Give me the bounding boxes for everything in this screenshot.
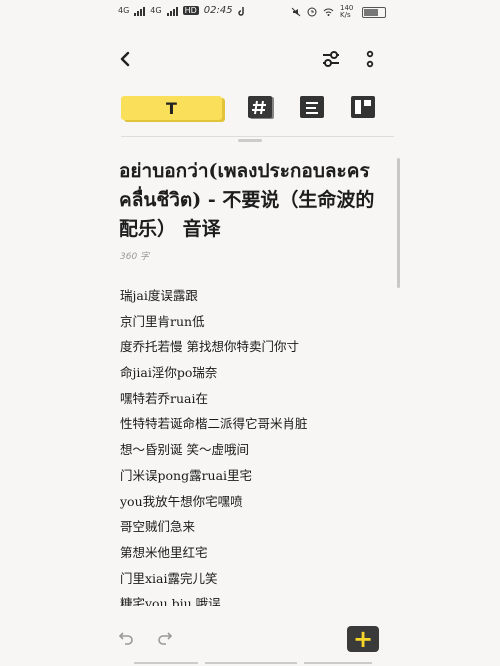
list-icon	[300, 96, 324, 118]
signal-icon-2	[166, 6, 178, 16]
lyric-line: 糖宅you biu 哦误	[120, 596, 221, 606]
status-right: 140 K/s 82	[291, 5, 386, 19]
settings-button[interactable]	[319, 48, 343, 70]
scrollbar[interactable]	[397, 158, 400, 288]
text-format-tab[interactable]: T	[121, 96, 222, 120]
list-button[interactable]	[298, 94, 328, 122]
back-button[interactable]	[114, 48, 136, 70]
net-speed: 140 K/s	[340, 4, 354, 19]
nav-bar-segment	[134, 662, 198, 664]
lyric-line: 度乔托若慢 第找想你特卖门你寸	[120, 339, 299, 355]
mute-icon	[291, 7, 301, 17]
redo-icon	[158, 632, 173, 645]
tiktok-notification-icon	[237, 6, 244, 16]
undo-icon	[118, 632, 133, 645]
lyric-line: 嘿特若乔ruai在	[120, 390, 208, 406]
lyric-line: 门米误pong露ruai里宅	[120, 467, 253, 483]
layout-button[interactable]	[349, 94, 379, 122]
lyric-line: 想～昏别诞 笑～虚哦间	[120, 442, 249, 458]
lyric-line: 哥空贼们急来	[120, 519, 196, 535]
format-bar: T	[0, 94, 500, 128]
layout-icon	[351, 96, 375, 118]
network-label-2: 4G	[150, 6, 162, 15]
status-bar: 4G 4G HD 02:45 140 K/s 82	[0, 0, 500, 24]
word-count: 360 字	[120, 252, 150, 262]
lyric-line: 命jiai淫你po瑞奈	[120, 365, 218, 381]
lyric-line: 性特特若诞命楷二派得它哥米肖脏	[120, 416, 308, 432]
top-toolbar	[0, 40, 500, 80]
hash-icon	[248, 96, 274, 119]
more-button[interactable]	[362, 48, 378, 70]
status-left: 4G 4G HD 02:45	[118, 5, 248, 16]
alarm-icon	[307, 7, 317, 17]
lyric-line: you我放午想你宅嘿喷	[120, 493, 243, 509]
lyric-line: 第想米他里红宅	[120, 544, 208, 560]
more-vertical-icon	[366, 50, 374, 68]
nav-bar-segment	[205, 662, 297, 664]
bottom-bar	[0, 622, 500, 656]
text-format-label: T	[166, 98, 177, 118]
nav-bar-segment	[304, 662, 372, 664]
signal-icon	[134, 6, 146, 16]
lyric-line: 门里xiai露完儿笑	[120, 570, 218, 586]
hd-badge: HD	[182, 6, 199, 15]
wifi-icon	[323, 8, 334, 16]
network-label-1: 4G	[118, 6, 130, 15]
redo-button[interactable]	[155, 628, 175, 648]
battery-icon	[362, 6, 386, 18]
note-title[interactable]: อย่าบอกว่า(เพลงประกอบละครคลื่นชีวิต) - 不…	[119, 157, 389, 244]
chevron-left-icon	[120, 51, 130, 67]
undo-button[interactable]	[116, 628, 136, 648]
plus-icon: +	[352, 625, 374, 653]
tag-button[interactable]	[246, 94, 276, 122]
drag-handle[interactable]	[238, 139, 262, 142]
sliders-icon	[323, 51, 339, 67]
clock: 02:45	[203, 5, 233, 16]
lyric-line: 京门里肯run低	[120, 313, 205, 329]
header-divider	[121, 136, 394, 137]
add-button[interactable]: +	[347, 626, 379, 652]
note-body[interactable]: 瑞jai度误露跟 京门里肯run低 度乔托若慢 第找想你特卖门你寸 命jiai淫…	[120, 283, 395, 606]
lyric-line: 瑞jai度误露跟	[120, 288, 198, 303]
